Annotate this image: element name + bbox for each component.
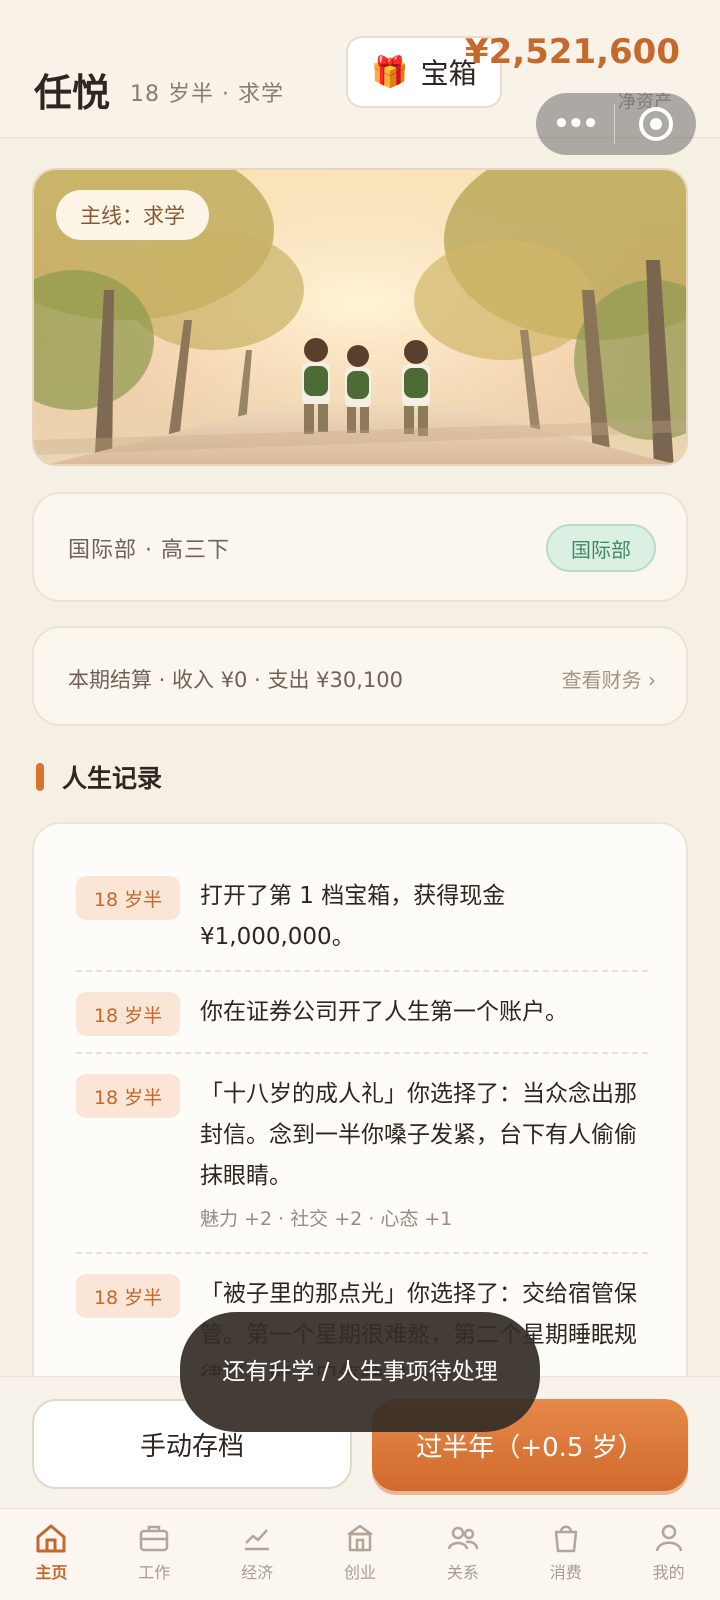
record-age-badge: 18 岁半	[76, 876, 180, 920]
people-icon	[447, 1526, 479, 1550]
miniprogram-capsule: •••	[536, 93, 696, 155]
tab-relations[interactable]: 关系	[411, 1509, 514, 1600]
view-finance-link[interactable]: 查看财务 ›	[562, 664, 656, 693]
tab-label: 主页	[35, 1563, 68, 1582]
briefcase-icon	[140, 1525, 169, 1552]
finance-summary-card[interactable]: 本期结算 · 收入 ¥0 · 支出 ¥30,100 查看财务 ›	[32, 626, 688, 726]
chart-icon	[245, 1529, 270, 1551]
close-miniprogram-icon[interactable]	[639, 107, 673, 141]
school-status-text: 国际部 · 高三下	[68, 538, 230, 563]
record-effect: 魅力 +2 · 社交 +2 · 心态 +1	[200, 1208, 453, 1230]
life-record-heading: 人生记录	[36, 762, 163, 793]
life-record-title: 人生记录	[62, 764, 163, 793]
gift-icon: 🎁	[371, 54, 409, 90]
shopping-bag-icon	[554, 1525, 577, 1553]
record-divider	[76, 970, 648, 972]
tab-label: 工作	[138, 1563, 171, 1582]
tab-label: 经济	[241, 1563, 274, 1582]
storyline-illustration: 主线：求学	[32, 168, 688, 466]
school-status-card[interactable]: 国际部 · 高三下 国际部	[32, 492, 688, 602]
record-age-badge: 18 岁半	[76, 1274, 180, 1318]
record-text: 打开了第 1 档宝箱，获得现金 ¥1,000,000。	[200, 883, 506, 950]
record-text: 「十八岁的成人礼」你选择了：当众念出那封信。念到一半你嗓子发紧，台下有人偷偷抹眼…	[200, 1081, 637, 1189]
tab-consumption[interactable]: 消费	[514, 1509, 617, 1600]
tab-work[interactable]: 工作	[103, 1509, 206, 1600]
section-accent-bar	[36, 763, 44, 791]
tab-label: 消费	[549, 1563, 582, 1582]
tab-profile[interactable]: 我的	[617, 1509, 720, 1600]
tab-home[interactable]: 主页	[0, 1509, 103, 1600]
home-icon	[36, 1524, 66, 1553]
capsule-divider	[614, 104, 615, 144]
pending-events-toast: 还有升学 / 人生事项待处理	[180, 1312, 540, 1432]
user-icon	[655, 1524, 682, 1552]
record-divider	[76, 1052, 648, 1054]
record-text: 你在证券公司开了人生第一个账户。	[200, 999, 568, 1025]
finance-summary-text: 本期结算 · 收入 ¥0 · 支出 ¥30,100	[68, 668, 403, 692]
tab-economy[interactable]: 经济	[206, 1509, 309, 1600]
net-worth-value: ¥2,521,600	[464, 32, 680, 72]
record-divider	[76, 1252, 648, 1254]
player-name: 任悦	[34, 71, 111, 115]
tab-label: 创业	[344, 1563, 377, 1582]
record-body: 「十八岁的成人礼」你选择了：当众念出那封信。念到一半你嗓子发紧，台下有人偷偷抹眼…	[200, 1074, 640, 1240]
school-type-badge: 国际部	[546, 524, 656, 572]
tab-label: 我的	[652, 1563, 685, 1582]
mainline-tag: 主线：求学	[56, 190, 209, 240]
record-age-badge: 18 岁半	[76, 992, 180, 1036]
life-record-list[interactable]: 18 岁半 打开了第 1 档宝箱，获得现金 ¥1,000,000。 18 岁半 …	[32, 822, 688, 1382]
tab-business[interactable]: 创业	[309, 1509, 412, 1600]
tab-label: 关系	[446, 1563, 479, 1582]
more-icon[interactable]: •••	[536, 109, 614, 139]
record-age-badge: 18 岁半	[76, 1074, 180, 1118]
bank-icon	[347, 1524, 373, 1552]
bottom-tab-bar: 主页 工作 经济 创业 关系 消费 我的	[0, 1508, 720, 1600]
player-age-stage: 18 岁半 · 求学	[130, 82, 284, 107]
